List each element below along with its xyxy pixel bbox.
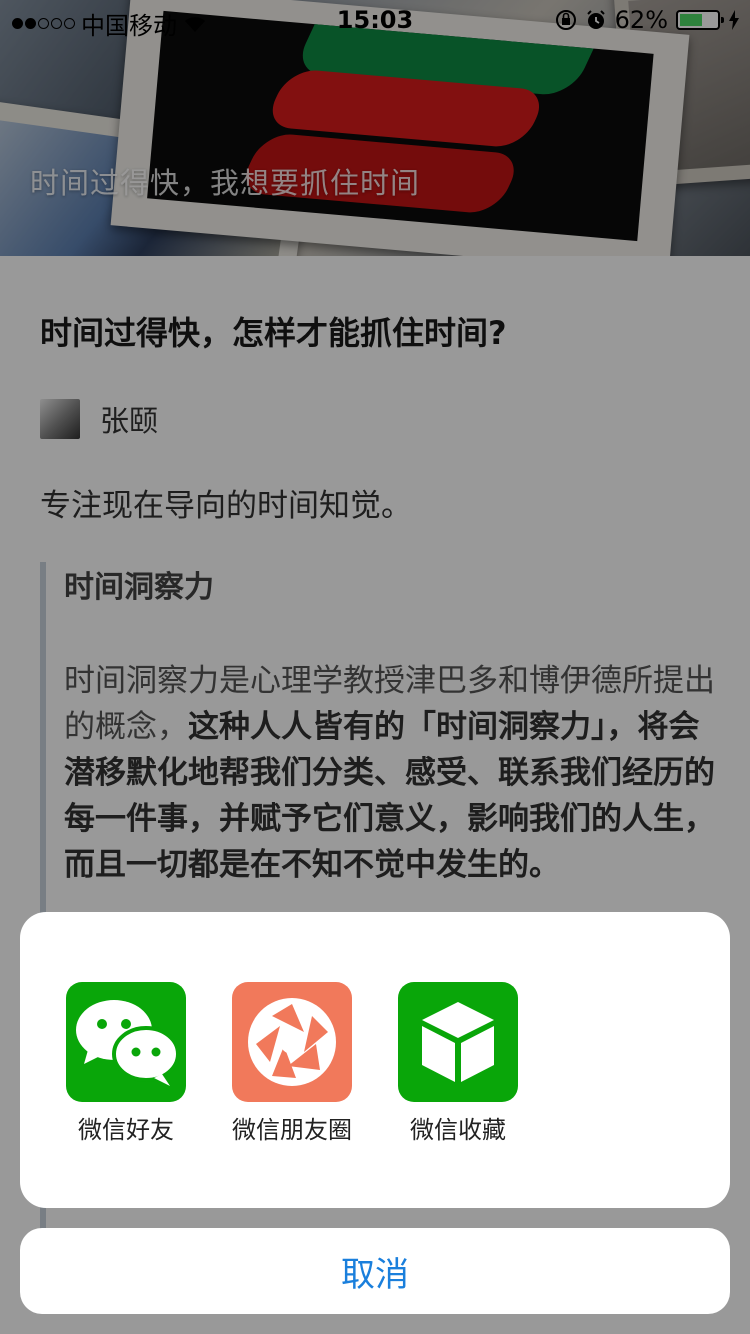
- share-label: 微信好友: [78, 1116, 174, 1144]
- share-sheet: 微信好友 微信朋友圈 微信收藏: [20, 912, 730, 1208]
- share-label: 微信朋友圈: [232, 1116, 352, 1144]
- cancel-button[interactable]: 取消: [20, 1228, 730, 1314]
- wechat-chat-icon[interactable]: [66, 982, 186, 1102]
- share-label: 微信收藏: [410, 1116, 506, 1144]
- share-wechat-friends[interactable]: 微信好友: [51, 982, 201, 1145]
- wechat-favorites-icon[interactable]: [398, 982, 518, 1102]
- wechat-moments-icon[interactable]: [232, 982, 352, 1102]
- share-wechat-favorites[interactable]: 微信收藏: [383, 982, 533, 1145]
- share-wechat-moments[interactable]: 微信朋友圈: [217, 982, 367, 1145]
